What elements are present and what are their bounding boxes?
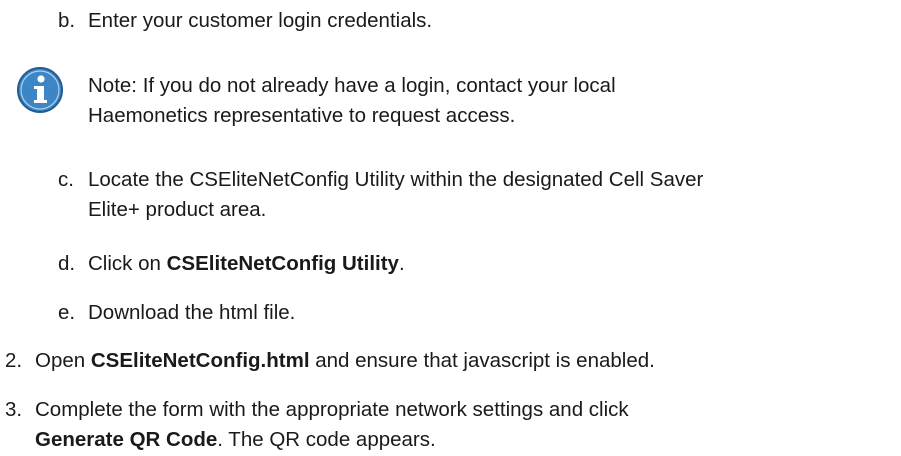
note-line-2: Haemonetics representative to request ac… [88, 104, 516, 127]
step-d-pre: Click on [88, 252, 167, 275]
step-e-text: Download the html file. [88, 301, 296, 324]
note-line-1: Note: If you do not already have a login… [88, 74, 616, 97]
step-2-pre: Open [35, 349, 91, 372]
step-3-line-2: Generate QR Code. The QR code appears. [35, 425, 436, 455]
step-d-bold: CSEliteNetConfig Utility [166, 252, 399, 275]
list-marker-3: 3. [5, 398, 23, 421]
list-marker-c: c. [58, 168, 74, 191]
step-3-post: . The QR code appears. [217, 428, 436, 451]
step-c-line-2: Elite+ product area. [88, 198, 267, 221]
step-d-post: . [398, 252, 405, 275]
list-marker-d: d. [58, 252, 76, 275]
list-marker-b: b. [58, 9, 76, 32]
step-b-text: Enter your customer login credentials. [88, 9, 433, 32]
list-marker-e: e. [58, 301, 76, 324]
step-3-bold: Generate QR Code [35, 428, 218, 451]
step-3-line-1: Complete the form with the appropriate n… [35, 398, 629, 421]
step-2-bold: CSEliteNetConfig.html [90, 349, 310, 372]
list-marker-2: 2. [5, 349, 23, 372]
step-2-post: and ensure that javascript is enabled. [309, 349, 655, 372]
step-c-line-1: Locate the CSEliteNetConfig Utility with… [88, 168, 704, 191]
info-icon [17, 67, 63, 113]
step-d-text: Click on CSEliteNetConfig Utility. [88, 249, 405, 279]
step-2-text: Open CSEliteNetConfig.html and ensure th… [35, 346, 655, 376]
